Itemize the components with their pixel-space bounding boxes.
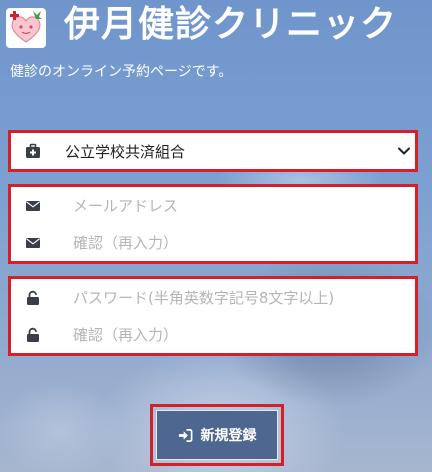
insurance-select-value: 公立学校共済組合	[65, 142, 186, 161]
register-button-label: 新規登録	[200, 428, 257, 444]
insurance-select-group: 公立学校共済組合	[8, 130, 418, 172]
email-row	[11, 187, 415, 224]
unlock-icon	[25, 327, 41, 343]
clinic-logo-icon	[6, 8, 46, 48]
medical-kit-icon	[25, 143, 41, 159]
unlock-icon	[25, 290, 41, 306]
register-button[interactable]: 新規登録	[156, 410, 278, 460]
email-confirm-row	[11, 224, 415, 261]
header: 伊月健診クリニック	[0, 0, 432, 56]
sign-in-icon	[178, 428, 192, 442]
page-title: 伊月健診クリニック	[64, 4, 398, 45]
envelope-icon	[25, 198, 41, 214]
chevron-down-icon	[397, 144, 411, 158]
password-group	[8, 276, 418, 356]
email-group	[8, 184, 418, 264]
email-confirm-input[interactable]	[73, 233, 393, 252]
password-input[interactable]	[73, 288, 393, 307]
password-confirm-input[interactable]	[73, 325, 393, 344]
register-button-highlight: 新規登録	[150, 404, 284, 466]
insurance-select[interactable]: 公立学校共済組合	[11, 133, 415, 169]
page-subtitle: 健診のオンライン予約ページです。	[10, 64, 233, 80]
envelope-icon	[25, 235, 41, 251]
password-confirm-row	[11, 316, 415, 353]
email-input[interactable]	[73, 196, 393, 215]
password-row	[11, 279, 415, 316]
